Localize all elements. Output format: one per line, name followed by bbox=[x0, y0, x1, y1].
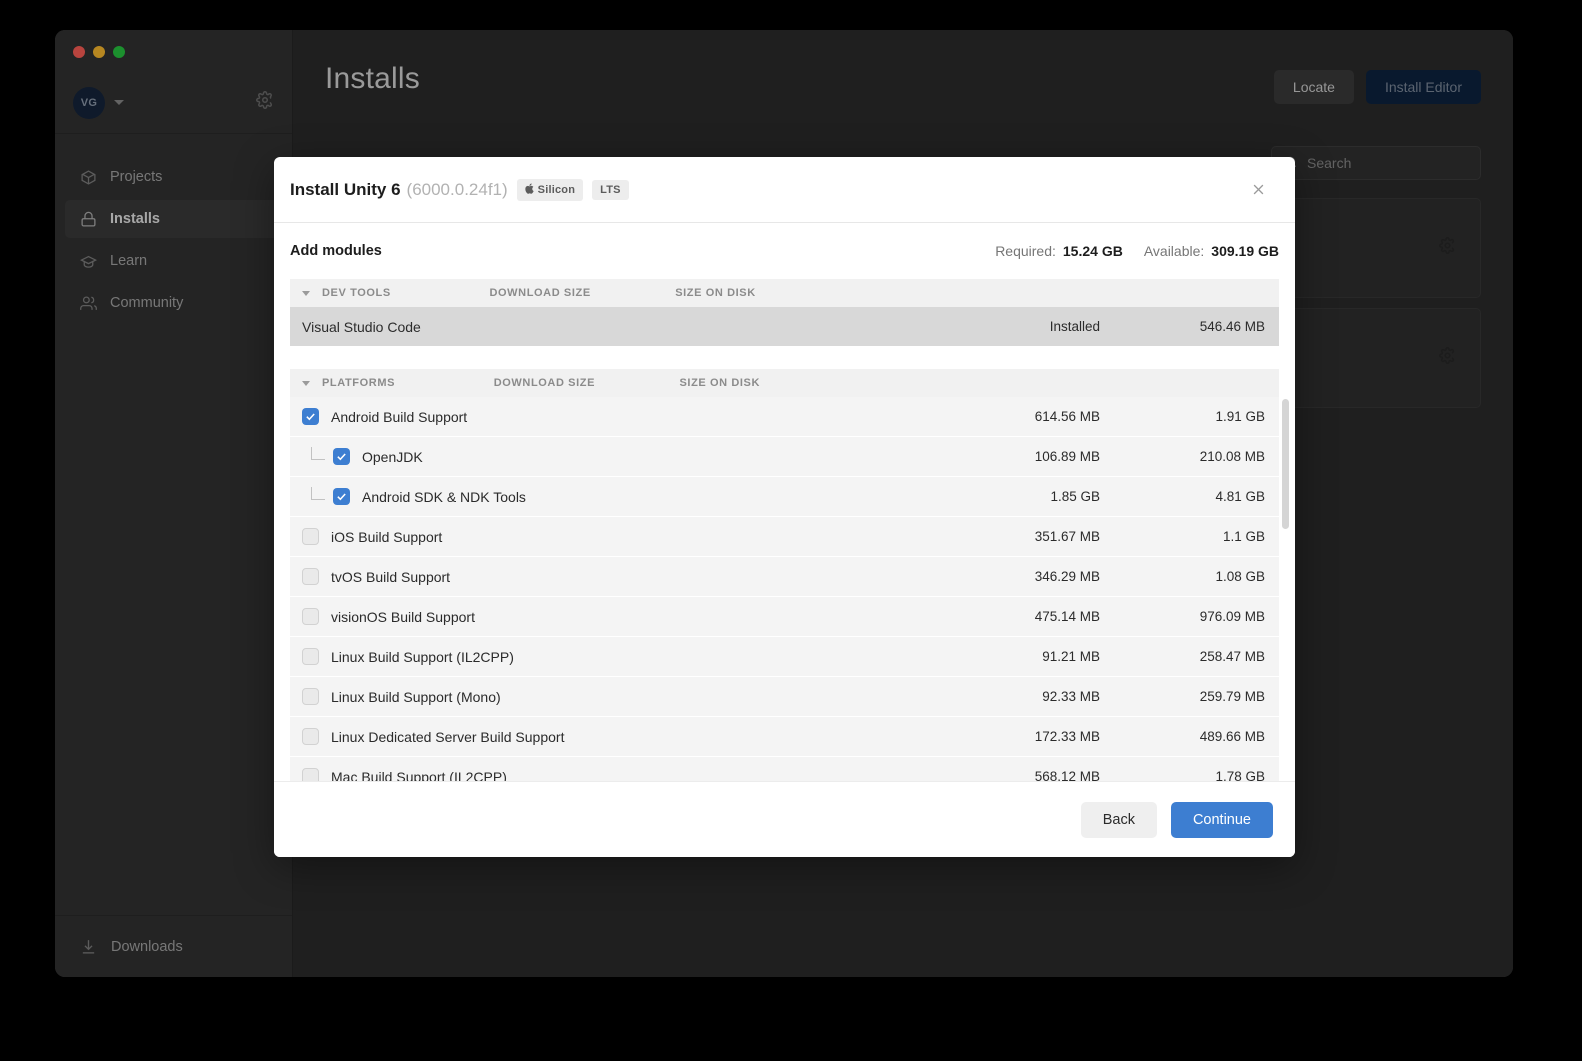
module-size-on-disk: 210.08 MB bbox=[1199, 449, 1265, 464]
apple-icon bbox=[525, 182, 534, 197]
available-label: Available: bbox=[1143, 243, 1205, 259]
group-header-dev-tools[interactable]: DEV TOOLS DOWNLOAD SIZE SIZE ON DISK bbox=[290, 279, 1279, 307]
module-label: iOS Build Support bbox=[331, 528, 443, 545]
add-modules-label: Add modules bbox=[290, 243, 382, 259]
module-list[interactable]: DEV TOOLS DOWNLOAD SIZE SIZE ON DISK Vis… bbox=[290, 279, 1279, 781]
back-button[interactable]: Back bbox=[1080, 801, 1157, 838]
close-icon[interactable] bbox=[1245, 177, 1271, 203]
module-download-size: 106.89 MB bbox=[1034, 449, 1100, 464]
module-label: Android Build Support bbox=[331, 408, 468, 425]
module-download-size: 351.67 MB bbox=[1034, 529, 1100, 544]
module-checkbox[interactable] bbox=[302, 768, 319, 781]
silicon-badge: Silicon bbox=[516, 178, 584, 201]
column-header-size-on-disk: SIZE ON DISK bbox=[675, 287, 756, 299]
module-label: Linux Build Support (Mono) bbox=[331, 688, 501, 705]
required-label: Required: bbox=[995, 243, 1056, 259]
list-scrollbar[interactable] bbox=[1282, 399, 1289, 529]
module-label: visionOS Build Support bbox=[331, 608, 475, 625]
module-download-size: 1.85 GB bbox=[1050, 489, 1100, 504]
group-header-platforms[interactable]: PLATFORMS DOWNLOAD SIZE SIZE ON DISK bbox=[290, 369, 1279, 397]
module-size-on-disk: 976.09 MB bbox=[1199, 609, 1265, 624]
module-label: Android SDK & NDK Tools bbox=[362, 488, 526, 505]
module-size-on-disk: 1.91 GB bbox=[1215, 409, 1265, 424]
modal-subbar: Add modules Required: 15.24 GB Available… bbox=[274, 223, 1295, 279]
table-row[interactable]: visionOS Build Support 475.14 MB 976.09 … bbox=[290, 597, 1279, 637]
column-header-download-size: DOWNLOAD SIZE bbox=[489, 287, 591, 299]
module-checkbox[interactable] bbox=[333, 488, 350, 505]
table-row[interactable]: Linux Dedicated Server Build Support 172… bbox=[290, 717, 1279, 757]
module-download-size: 568.12 MB bbox=[1034, 769, 1100, 781]
lts-badge: LTS bbox=[592, 179, 629, 200]
size-summary: Required: 15.24 GB Available: 309.19 GB bbox=[995, 243, 1279, 259]
module-label: Visual Studio Code bbox=[302, 318, 421, 335]
table-row[interactable]: Linux Build Support (IL2CPP) 91.21 MB 25… bbox=[290, 637, 1279, 677]
modal-footer: Back Continue bbox=[274, 781, 1295, 857]
module-label: Linux Build Support (IL2CPP) bbox=[331, 648, 514, 665]
module-label: OpenJDK bbox=[362, 448, 423, 465]
module-label: tvOS Build Support bbox=[331, 568, 451, 585]
module-download-size: 475.14 MB bbox=[1034, 609, 1100, 624]
table-row[interactable]: tvOS Build Support 346.29 MB 1.08 GB bbox=[290, 557, 1279, 597]
module-download-size: 91.21 MB bbox=[1042, 649, 1100, 664]
module-download-size: 172.33 MB bbox=[1034, 729, 1100, 744]
table-row[interactable]: OpenJDK 106.89 MB 210.08 MB bbox=[290, 437, 1279, 477]
module-size-on-disk: 546.46 MB bbox=[1199, 319, 1265, 334]
module-download-size: 614.56 MB bbox=[1034, 409, 1100, 424]
silicon-badge-label: Silicon bbox=[537, 183, 576, 196]
module-checkbox[interactable] bbox=[302, 608, 319, 625]
module-download-size: Installed bbox=[1049, 319, 1100, 334]
table-row[interactable]: Mac Build Support (IL2CPP) 568.12 MB 1.7… bbox=[290, 757, 1279, 781]
column-header-download-size: DOWNLOAD SIZE bbox=[493, 377, 596, 389]
tree-connector-icon bbox=[311, 447, 325, 460]
module-download-size: 92.33 MB bbox=[1042, 689, 1100, 704]
module-size-on-disk: 1.78 GB bbox=[1215, 769, 1265, 781]
table-row[interactable]: Android SDK & NDK Tools 1.85 GB 4.81 GB bbox=[290, 477, 1279, 517]
module-size-on-disk: 489.66 MB bbox=[1199, 729, 1265, 744]
modal-version: (6000.0.24f1) bbox=[406, 179, 508, 199]
modal-header: Install Unity 6 (6000.0.24f1) Silicon LT… bbox=[274, 157, 1295, 223]
module-checkbox[interactable] bbox=[302, 728, 319, 745]
module-checkbox[interactable] bbox=[302, 648, 319, 665]
caret-down-icon[interactable] bbox=[302, 380, 310, 386]
group-title: PLATFORMS bbox=[322, 377, 396, 389]
module-label: Mac Build Support (IL2CPP) bbox=[331, 768, 507, 782]
caret-down-icon[interactable] bbox=[302, 290, 310, 296]
module-size-on-disk: 4.81 GB bbox=[1215, 489, 1265, 504]
tree-connector-icon bbox=[311, 487, 325, 500]
module-size-on-disk: 259.79 MB bbox=[1199, 689, 1265, 704]
continue-button[interactable]: Continue bbox=[1170, 801, 1273, 838]
table-row[interactable]: Visual Studio Code Installed 546.46 MB bbox=[290, 307, 1279, 347]
install-modal: Install Unity 6 (6000.0.24f1) Silicon LT… bbox=[274, 157, 1295, 857]
modal-title: Install Unity 6 bbox=[290, 179, 401, 199]
available-value: 309.19 GB bbox=[1211, 243, 1279, 259]
module-download-size: 346.29 MB bbox=[1034, 569, 1100, 584]
table-row[interactable]: Android Build Support 614.56 MB 1.91 GB bbox=[290, 397, 1279, 437]
module-size-on-disk: 1.08 GB bbox=[1215, 569, 1265, 584]
module-list-wrapper: DEV TOOLS DOWNLOAD SIZE SIZE ON DISK Vis… bbox=[274, 279, 1295, 781]
table-row[interactable]: Linux Build Support (Mono) 92.33 MB 259.… bbox=[290, 677, 1279, 717]
module-checkbox[interactable] bbox=[302, 568, 319, 585]
table-row[interactable]: iOS Build Support 351.67 MB 1.1 GB bbox=[290, 517, 1279, 557]
module-checkbox[interactable] bbox=[302, 528, 319, 545]
module-size-on-disk: 1.1 GB bbox=[1222, 529, 1265, 544]
module-label: Linux Dedicated Server Build Support bbox=[331, 728, 565, 745]
module-checkbox[interactable] bbox=[333, 448, 350, 465]
module-checkbox[interactable] bbox=[302, 688, 319, 705]
module-size-on-disk: 258.47 MB bbox=[1199, 649, 1265, 664]
group-title: DEV TOOLS bbox=[322, 287, 391, 299]
module-checkbox[interactable] bbox=[302, 408, 319, 425]
column-header-size-on-disk: SIZE ON DISK bbox=[679, 377, 761, 389]
required-value: 15.24 GB bbox=[1062, 243, 1123, 259]
